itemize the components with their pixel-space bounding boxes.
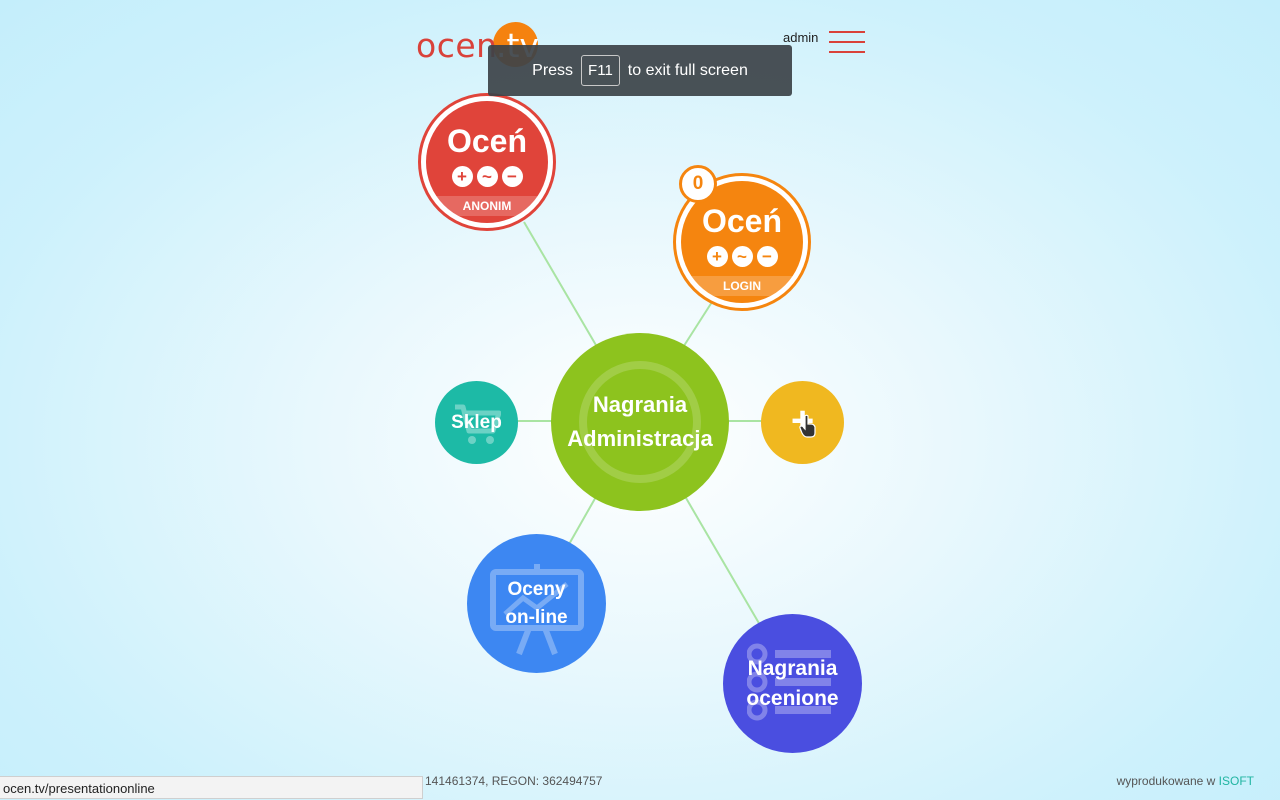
footer-credits-text: wyprodukowane w <box>1116 774 1216 788</box>
toast-key: F11 <box>581 55 620 86</box>
line-center-online <box>567 494 598 547</box>
rate-anonymous-title: Oceń <box>446 123 528 159</box>
shop-button[interactable]: Sklep <box>435 381 518 464</box>
rated-recordings-line1: Nagrania <box>747 656 838 680</box>
status-bar-url: ocen.tv/presentationonline <box>0 776 423 799</box>
online-ratings-button[interactable]: Oceny on-line <box>467 534 606 673</box>
add-button[interactable]: + <box>761 381 844 464</box>
online-ratings-line2: on-line <box>505 606 568 628</box>
tilde-icon: ~ <box>731 246 753 267</box>
online-ratings-line1: Oceny <box>507 578 566 600</box>
plus-icon: + <box>451 166 473 187</box>
minus-icon: − <box>501 166 523 187</box>
rate-login-title: Oceń <box>701 203 783 239</box>
fullscreen-exit-toast: Press F11 to exit full screen <box>488 45 792 96</box>
logo-text: ocen <box>416 26 498 65</box>
minus-icon: − <box>756 246 778 267</box>
footer-credits: wyprodukowane w ISOFT <box>1117 774 1254 788</box>
line-center-rated <box>685 497 761 626</box>
hamburger-menu-icon[interactable] <box>829 31 865 55</box>
center-node-line2: Administracja <box>567 426 713 451</box>
toast-text-before: Press <box>532 61 574 79</box>
tilde-icon: ~ <box>476 166 498 187</box>
hand-cursor-icon <box>799 414 816 438</box>
center-node-line1: Nagrania <box>592 392 688 417</box>
rated-recordings-line2: ocenione <box>746 686 839 710</box>
center-node-recordings-admin[interactable]: Nagrania Administracja <box>551 333 729 511</box>
rate-icons: + ~ − <box>426 166 548 187</box>
rate-login-count-badge: 0 <box>679 165 717 203</box>
line-center-anon <box>523 221 601 353</box>
plus-icon: + <box>706 246 728 267</box>
rated-recordings-button[interactable]: Nagrania ocenione <box>723 614 862 753</box>
footer-brand-link[interactable]: ISOFT <box>1219 774 1254 788</box>
rate-anonymous-button[interactable]: Oceń + ~ − ANONIM <box>418 93 556 231</box>
footer-company-info: 141461374, REGON: 362494757 <box>425 774 603 788</box>
rate-anonymous-band: ANONIM <box>426 196 548 216</box>
rate-icons: + ~ − <box>681 246 803 267</box>
user-name[interactable]: admin <box>783 30 818 45</box>
rate-login-band: LOGIN <box>681 276 803 296</box>
toast-text-after: to exit full screen <box>627 61 748 79</box>
shop-label: Sklep <box>451 411 502 433</box>
